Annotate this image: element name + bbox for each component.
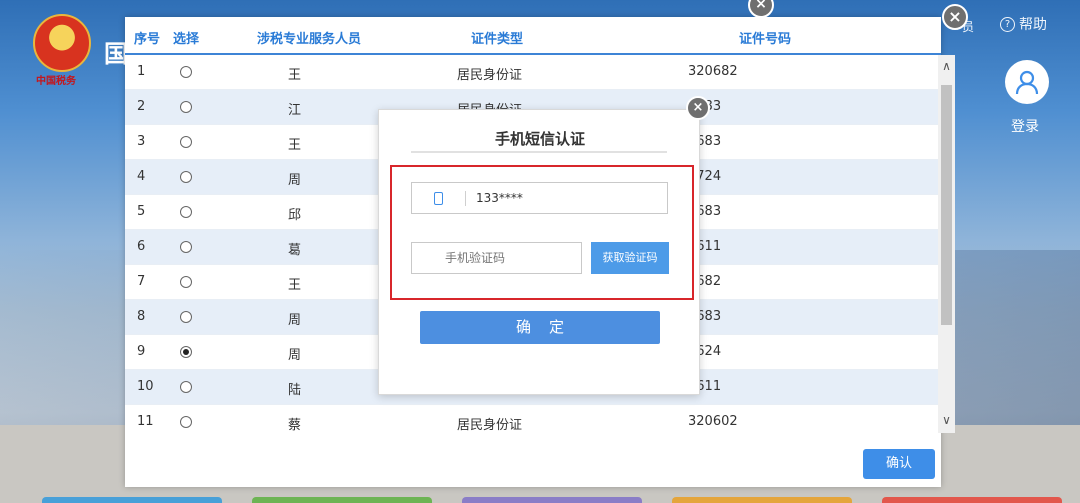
row-number: 9 — [137, 344, 146, 359]
row-number: 5 — [137, 204, 146, 219]
staff-name: 江 — [288, 103, 302, 118]
staff-name: 周 — [288, 313, 302, 328]
column-header-id-number: 证件号码 — [739, 32, 792, 47]
select-radio[interactable] — [180, 66, 192, 78]
staff-name: 邱 — [288, 208, 302, 223]
phone-number-value: 133**** — [476, 191, 523, 205]
select-radio[interactable] — [180, 381, 192, 393]
phone-number-field[interactable]: 133**** — [411, 182, 668, 214]
select-radio[interactable] — [180, 101, 192, 113]
staff-name: 陆 — [288, 383, 302, 398]
staff-name: 葛 — [288, 243, 302, 258]
footer-strip — [882, 497, 1062, 503]
table-scrollbar[interactable]: ∧ ∨ — [938, 55, 955, 433]
row-number: 10 — [137, 379, 154, 394]
sms-code-input[interactable] — [411, 242, 582, 274]
chevron-down-icon[interactable]: ∨ — [941, 413, 952, 427]
table-row[interactable]: 11 蔡 居民身份证 320602 — [125, 405, 939, 433]
table-row[interactable]: 1 王 居民身份证 320682 — [125, 55, 939, 90]
footer-strip — [252, 497, 432, 503]
select-radio[interactable] — [180, 276, 192, 288]
national-emblem-logo — [33, 14, 91, 72]
select-radio[interactable] — [180, 136, 192, 148]
row-number: 2 — [137, 99, 146, 114]
avatar[interactable] — [1005, 60, 1049, 104]
row-number: 1 — [137, 64, 146, 79]
id-number: 320602 — [688, 414, 738, 429]
select-radio[interactable] — [180, 311, 192, 323]
row-number: 3 — [137, 134, 146, 149]
id-type: 居民身份证 — [457, 418, 523, 433]
footer-strip — [42, 497, 222, 503]
row-number: 6 — [137, 239, 146, 254]
staff-name: 周 — [288, 348, 302, 363]
divider — [411, 151, 667, 153]
column-header-no: 序号 — [134, 32, 161, 47]
question-circle-icon: ? — [1000, 16, 1015, 32]
row-number: 7 — [137, 274, 146, 289]
select-radio[interactable] — [180, 171, 192, 183]
staff-name: 王 — [288, 278, 302, 293]
mobile-phone-icon — [434, 192, 443, 205]
select-radio[interactable] — [180, 416, 192, 428]
brand-script: 中国税务 — [36, 76, 76, 87]
close-sms-icon[interactable]: × — [686, 96, 710, 120]
sms-modal-title: 手机短信认证 — [494, 130, 585, 148]
column-header-id-type: 证件类型 — [471, 32, 524, 47]
select-radio[interactable] — [180, 346, 192, 358]
get-code-button[interactable]: 获取验证码 — [591, 242, 669, 274]
row-number: 4 — [137, 169, 146, 184]
help-label: 帮助 — [1019, 17, 1047, 33]
login-link[interactable]: 登录 — [1011, 116, 1039, 136]
confirm-selection-button[interactable]: 确认 — [863, 449, 935, 479]
user-icon — [1015, 70, 1039, 95]
column-header-select: 选择 — [173, 32, 200, 47]
field-separator — [465, 191, 466, 206]
id-number: 320682 — [688, 64, 738, 79]
footer-strip — [672, 497, 852, 503]
sms-confirm-button[interactable]: 确定 — [420, 311, 660, 344]
help-link[interactable]: ? 帮助 — [1000, 14, 1047, 34]
staff-name: 王 — [288, 138, 302, 153]
staff-name: 王 — [288, 68, 302, 83]
close-dialog-icon[interactable]: × — [942, 4, 968, 30]
row-number: 11 — [137, 414, 154, 429]
column-header-staff: 涉税专业服务人员 — [257, 32, 362, 47]
select-radio[interactable] — [180, 206, 192, 218]
staff-name: 蔡 — [288, 418, 302, 433]
select-radio[interactable] — [180, 241, 192, 253]
chevron-up-icon[interactable]: ∧ — [941, 59, 952, 73]
table-header: 序号 选择 涉税专业服务人员 证件类型 证件号码 — [125, 17, 941, 55]
row-number: 8 — [137, 309, 146, 324]
scrollbar-thumb[interactable] — [941, 85, 952, 325]
id-type: 居民身份证 — [457, 68, 523, 83]
footer-strip — [462, 497, 642, 503]
staff-name: 周 — [288, 173, 302, 188]
